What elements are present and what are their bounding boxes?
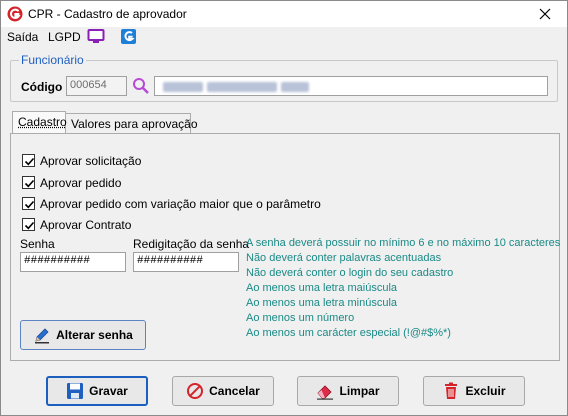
- funcionario-name-field[interactable]: [154, 76, 548, 96]
- redigitacao-field[interactable]: ##########: [133, 252, 239, 272]
- redigitacao-label: Redigitação da senha: [133, 237, 250, 251]
- title-bar: CPR - Cadastro de aprovador: [1, 1, 567, 27]
- senha-field[interactable]: ##########: [20, 252, 126, 272]
- window-title: CPR - Cadastro de aprovador: [28, 7, 187, 21]
- rule-text: Não deverá conter o login do seu cadastr…: [246, 267, 454, 279]
- close-window-button[interactable]: [523, 1, 567, 27]
- rule-text: Ao menos um número: [246, 312, 355, 324]
- cancelar-button[interactable]: Cancelar: [172, 376, 274, 406]
- check-icon: [24, 221, 35, 230]
- search-icon[interactable]: [132, 77, 150, 95]
- checkbox-aprovar-contrato[interactable]: [22, 218, 35, 231]
- cancelar-label: Cancelar: [209, 384, 260, 398]
- redacted-text: [163, 82, 203, 92]
- app-logo-icon: [7, 6, 23, 22]
- close-icon: [539, 8, 551, 20]
- rule-text: Ao menos um carácter especial (!@#$%*): [246, 327, 451, 339]
- senha-label: Senha: [20, 237, 55, 251]
- monitor-icon[interactable]: [87, 28, 105, 45]
- checkbox-label: Aprovar pedido: [40, 176, 122, 190]
- rule-text: Não deverá conter palavras acentuadas: [246, 252, 442, 264]
- excluir-label: Excluir: [465, 384, 506, 398]
- checkbox-label: Aprovar pedido com variação maior que o …: [40, 197, 321, 211]
- limpar-label: Limpar: [339, 384, 380, 398]
- check-icon: [24, 157, 35, 166]
- redacted-text: [281, 82, 309, 92]
- alterar-senha-button[interactable]: Alterar senha: [20, 320, 146, 350]
- g-logo-icon[interactable]: [120, 28, 138, 45]
- funcionario-group: Funcionário Código 000654: [10, 53, 558, 102]
- rule-text: A senha deverá possuir no mínimo 6 e no …: [246, 237, 561, 249]
- checkbox-aprovar-pedido[interactable]: [22, 176, 35, 189]
- gravar-label: Gravar: [89, 384, 128, 398]
- rule-text: Ao menos uma letra minúscula: [246, 297, 398, 309]
- cancel-icon: [187, 383, 204, 399]
- checkbox-aprovar-pedido-variacao[interactable]: [22, 197, 35, 210]
- main-window: CPR - Cadastro de aprovador Saída LGPD F…: [0, 0, 568, 416]
- menu-saida[interactable]: Saída: [7, 30, 38, 44]
- pencil-icon: [35, 328, 50, 344]
- trash-icon: [445, 382, 458, 399]
- cadastro-panel: Aprovar solicitação Aprovar pedido Aprov…: [10, 133, 560, 361]
- alterar-senha-label: Alterar senha: [56, 328, 133, 342]
- rule-text: Ao menos uma letra maiúscula: [246, 282, 398, 294]
- limpar-button[interactable]: Limpar: [297, 376, 399, 406]
- checkbox-aprovar-solicitacao[interactable]: [22, 154, 35, 167]
- tab-valores-aprovacao[interactable]: Valores para aprovação: [65, 113, 198, 133]
- menu-lgpd[interactable]: LGPD: [48, 30, 81, 44]
- tab-cadastro[interactable]: Cadastro: [12, 111, 67, 133]
- excluir-button[interactable]: Excluir: [423, 376, 525, 406]
- checkbox-label: Aprovar Contrato: [40, 218, 132, 232]
- eraser-icon: [317, 385, 334, 400]
- checkbox-label: Aprovar solicitação: [40, 154, 142, 168]
- codigo-field[interactable]: 000654: [66, 76, 127, 96]
- redacted-text: [207, 82, 277, 92]
- menu-bar: Saída LGPD: [1, 27, 567, 47]
- codigo-label: Código: [21, 80, 63, 94]
- save-icon: [67, 383, 84, 399]
- check-icon: [24, 200, 35, 209]
- check-icon: [24, 179, 35, 188]
- funcionario-group-title: Funcionário: [19, 53, 86, 67]
- gravar-button[interactable]: Gravar: [46, 376, 148, 406]
